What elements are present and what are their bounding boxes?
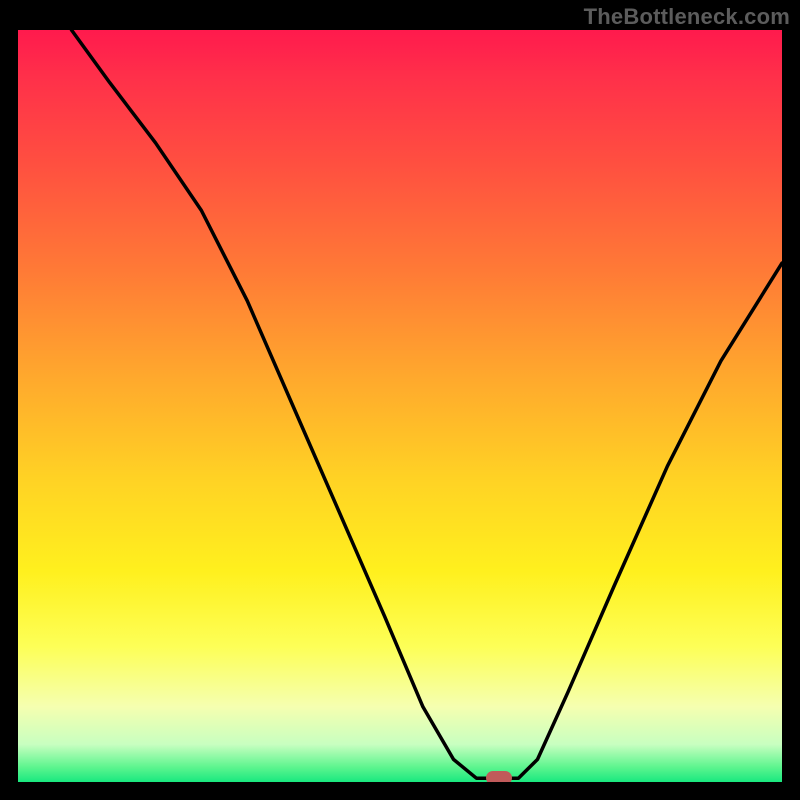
plot-area — [18, 30, 782, 782]
chart-frame: TheBottleneck.com — [0, 0, 800, 800]
curve-svg — [18, 30, 782, 782]
bottleneck-curve — [72, 30, 783, 778]
plot-outer — [18, 30, 782, 782]
watermark-text: TheBottleneck.com — [584, 4, 790, 30]
optimal-point-marker — [486, 771, 512, 782]
